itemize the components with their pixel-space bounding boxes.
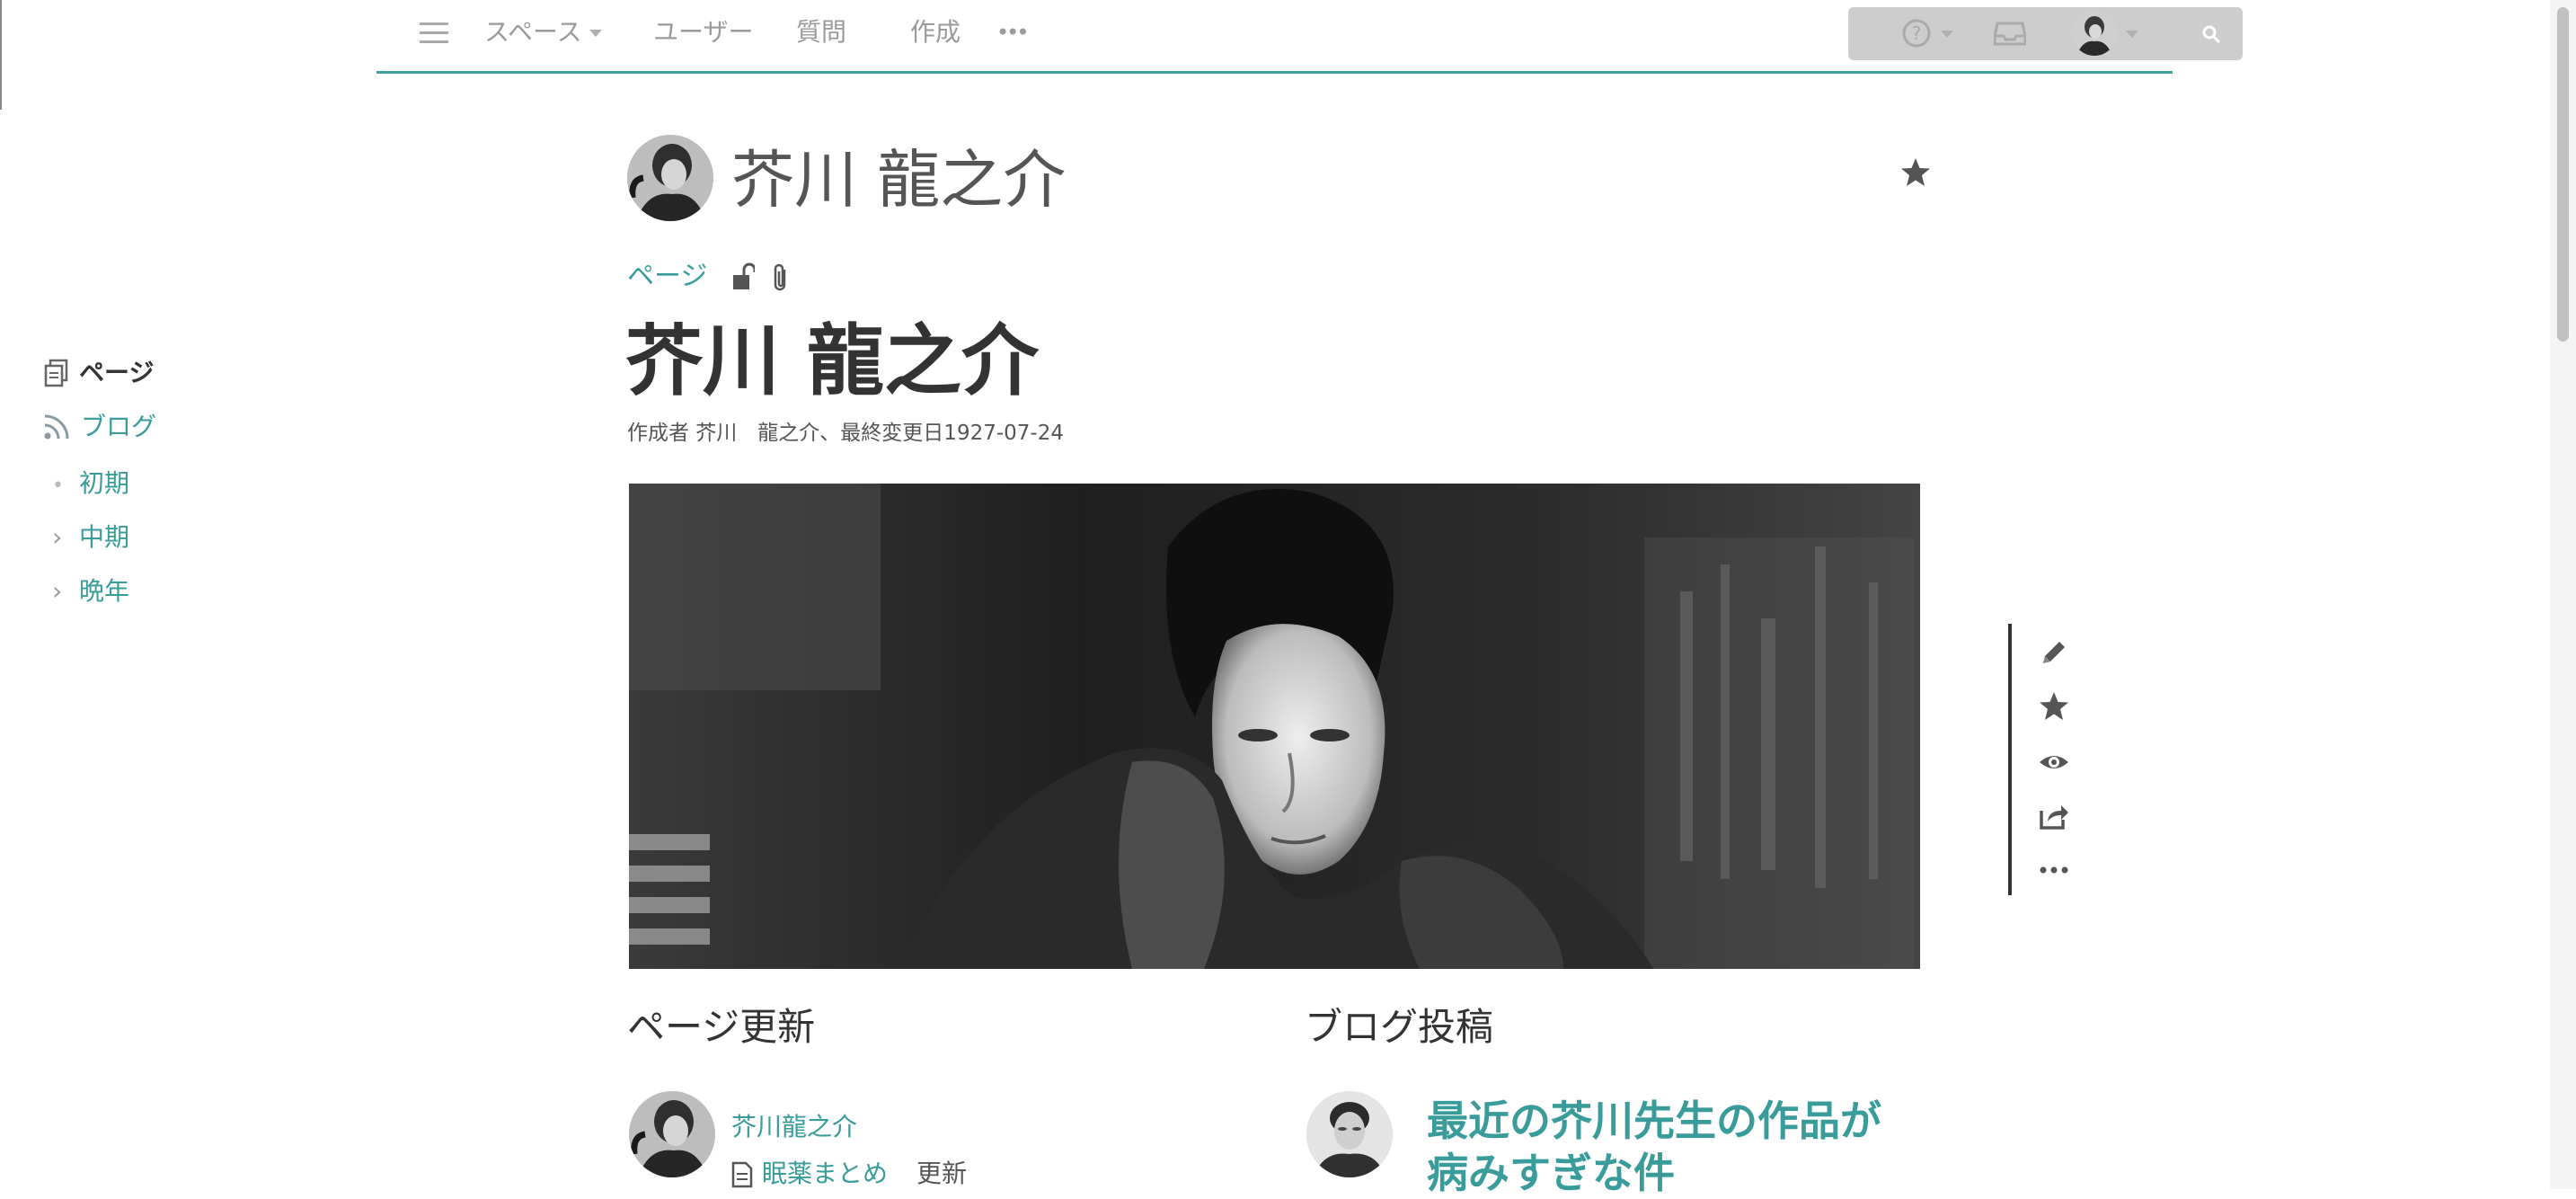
inbox-icon[interactable]: [1993, 20, 2027, 47]
chevron-down-icon: [2126, 31, 2138, 38]
tree-item-label: 初期: [79, 468, 130, 498]
blog-posts-heading: ブログ投稿: [1305, 1005, 1494, 1049]
nav-users-link[interactable]: ユーザー: [653, 16, 753, 49]
space-title[interactable]: 芥川 龍之介: [731, 142, 1066, 218]
sidebar-item-blog[interactable]: ブログ: [43, 410, 156, 443]
sidebar-tree-item-late[interactable]: › 晩年: [52, 575, 129, 608]
tree-item-label: 晩年: [79, 576, 130, 606]
nav-questions-link[interactable]: 質問: [796, 16, 846, 49]
author-portrait-image: [629, 484, 1920, 969]
share-icon[interactable]: [2038, 800, 2070, 832]
blog-post-title-line-1: 最近の芥川先生の作品が: [1427, 1097, 1881, 1145]
help-icon: ?: [1901, 18, 1932, 52]
nav-more-button[interactable]: •••: [996, 16, 1030, 49]
sidebar-tree-item-early[interactable]: • 初期: [52, 467, 129, 502]
blog-post-title[interactable]: 最近の芥川先生の作品が 病みすぎな件: [1427, 1095, 1881, 1199]
chevron-right-icon[interactable]: ›: [52, 521, 79, 554]
avatar[interactable]: [629, 1091, 715, 1177]
nav-spaces-menu[interactable]: スペース: [484, 16, 602, 49]
pencil-icon[interactable]: [2038, 636, 2070, 669]
list-item: 芥川龍之介 眠薬まとめ 更新: [629, 1086, 1258, 1189]
page-updates-heading: ページ更新: [627, 1005, 816, 1049]
chevron-down-icon: [1941, 31, 1953, 38]
help-menu[interactable]: ?: [1901, 18, 1964, 50]
search-icon[interactable]: [2200, 23, 2222, 45]
svg-text:?: ?: [1912, 22, 1922, 44]
chevron-right-icon[interactable]: ›: [52, 575, 79, 608]
chevron-down-icon: [589, 30, 602, 37]
bullet-icon: •: [52, 475, 64, 497]
window-edge: [0, 0, 2, 110]
page-byline: 作成者 芥川 龍之介、最終変更日1927-07-24: [627, 422, 1064, 445]
nav-create-button[interactable]: 作成: [910, 16, 960, 49]
menu-icon[interactable]: [420, 20, 448, 47]
user-menu[interactable]: [2072, 11, 2144, 58]
page-title: 芥川 龍之介: [625, 316, 1039, 406]
document-icon: [731, 1161, 753, 1188]
star-icon[interactable]: [2038, 690, 2070, 723]
sidebar-tree-item-middle[interactable]: › 中期: [52, 521, 129, 554]
more-icon[interactable]: [2038, 854, 2070, 886]
update-author-link[interactable]: 芥川龍之介: [731, 1111, 857, 1143]
pages-icon: [43, 359, 70, 387]
space-avatar[interactable]: [627, 135, 713, 221]
update-action: 更新: [916, 1159, 968, 1188]
sidebar-item-pages[interactable]: ページ: [43, 356, 154, 389]
blog-post-title-line-2: 病みすぎな件: [1427, 1149, 1675, 1197]
rss-icon: [43, 413, 70, 440]
page-actions-divider: [2008, 624, 2012, 895]
star-icon[interactable]: [1899, 156, 1932, 189]
sidebar-item-label: ブログ: [81, 412, 157, 441]
update-page-link[interactable]: 眠薬まとめ: [762, 1158, 888, 1190]
unlock-icon[interactable]: [731, 262, 757, 291]
avatar[interactable]: [1306, 1091, 1393, 1177]
breadcrumb[interactable]: ページ: [627, 259, 707, 295]
eye-icon[interactable]: [2038, 746, 2070, 778]
nav-spaces-label: スペース: [484, 17, 582, 47]
list-item: 最近の芥川先生の作品が 病みすぎな件: [1305, 1086, 2023, 1197]
avatar: [2072, 11, 2117, 56]
top-navigation-bar: スペース ユーザー 質問 作成 ••• ?: [376, 0, 2243, 74]
tree-item-label: 中期: [79, 522, 130, 552]
paperclip-icon[interactable]: [771, 262, 791, 293]
sidebar-item-label: ページ: [79, 358, 155, 387]
scrollbar[interactable]: [2550, 0, 2576, 1189]
scrollbar-thumb[interactable]: [2557, 7, 2569, 342]
